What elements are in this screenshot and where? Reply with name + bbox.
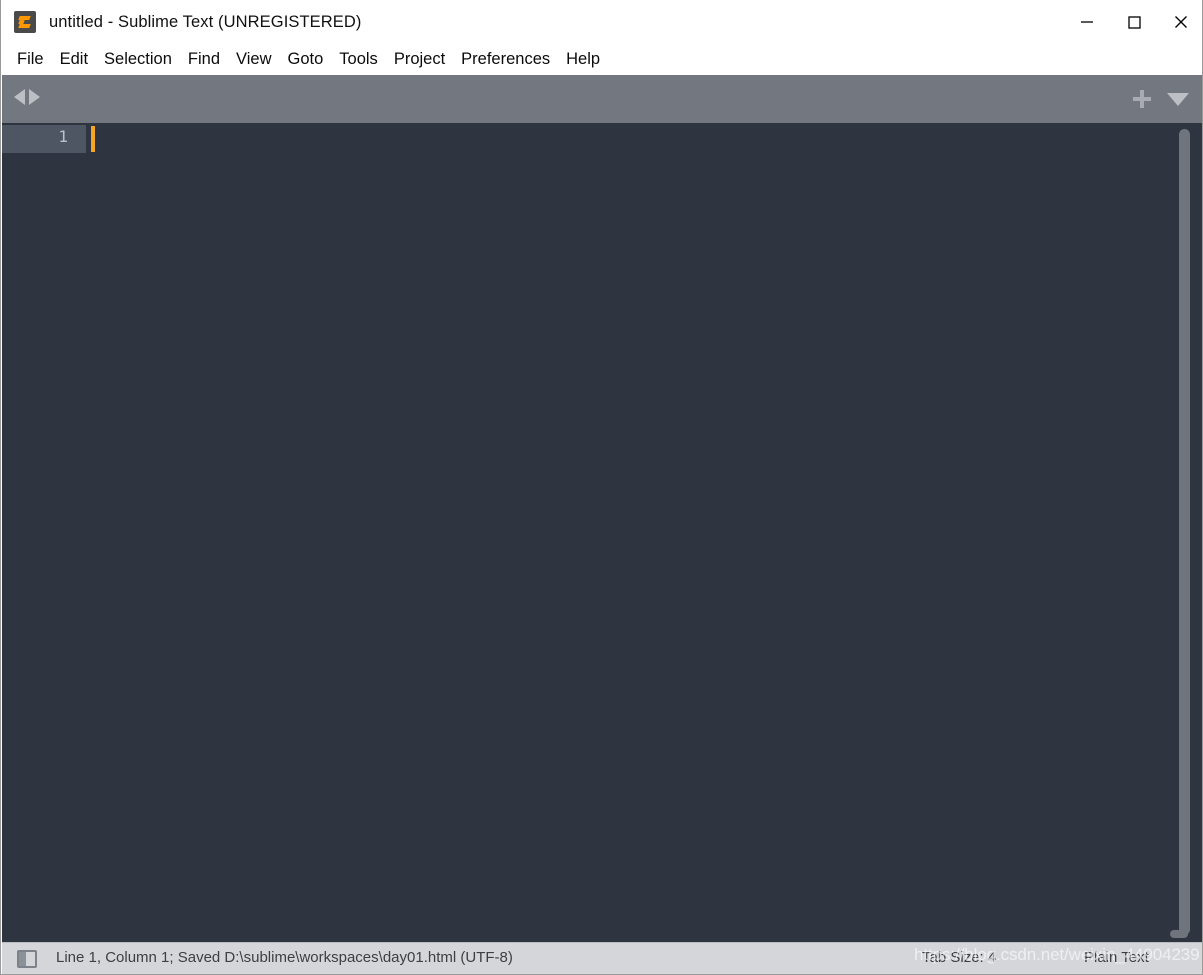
- triangle-down-icon[interactable]: [1167, 92, 1189, 106]
- tab-nav-arrows: [14, 89, 40, 105]
- watermark-text: https://blog.csdn.net/weixin_44904239: [914, 945, 1200, 964]
- sidebar-toggle-icon[interactable]: [17, 950, 37, 968]
- menu-item-help[interactable]: Help: [558, 48, 608, 72]
- menu-item-tools[interactable]: Tools: [331, 48, 386, 72]
- line-number: 1: [58, 127, 68, 146]
- vertical-scrollbar[interactable]: [1179, 129, 1190, 935]
- triangle-left-icon[interactable]: [14, 89, 25, 105]
- menu-item-view[interactable]: View: [228, 48, 279, 72]
- minimize-icon[interactable]: [1063, 0, 1110, 44]
- horizontal-scrollbar[interactable]: [1170, 930, 1188, 938]
- triangle-right-icon[interactable]: [29, 89, 40, 105]
- menu-item-edit[interactable]: Edit: [52, 48, 96, 72]
- menu-item-project[interactable]: Project: [386, 48, 453, 72]
- status-position-file: Line 1, Column 1; Saved D:\sublime\works…: [56, 949, 513, 966]
- menu-item-goto[interactable]: Goto: [280, 48, 332, 72]
- tab-bar-actions: [1133, 75, 1189, 123]
- window-controls: [1063, 0, 1202, 44]
- close-icon[interactable]: [1157, 0, 1202, 44]
- editor-area[interactable]: 1: [2, 123, 1202, 942]
- sublime-text-window: untitled - Sublime Text (UNREGISTERED) F…: [0, 0, 1203, 975]
- title-bar: untitled - Sublime Text (UNREGISTERED): [1, 0, 1202, 44]
- vertical-scrollbar-track[interactable]: [1177, 123, 1202, 942]
- menu-item-selection[interactable]: Selection: [96, 48, 180, 72]
- text-cursor: [91, 126, 95, 152]
- menu-item-file[interactable]: File: [9, 48, 52, 72]
- sublime-text-logo-icon: [14, 11, 36, 33]
- menu-bar: File Edit Selection Find View Goto Tools…: [1, 44, 1202, 75]
- tab-bar: [2, 75, 1202, 123]
- menu-item-preferences[interactable]: Preferences: [453, 48, 558, 72]
- maximize-icon[interactable]: [1110, 0, 1157, 44]
- window-title: untitled - Sublime Text (UNREGISTERED): [49, 12, 362, 31]
- line-number-gutter: 1: [2, 123, 86, 942]
- plus-icon[interactable]: [1133, 90, 1151, 108]
- menu-item-find[interactable]: Find: [180, 48, 228, 72]
